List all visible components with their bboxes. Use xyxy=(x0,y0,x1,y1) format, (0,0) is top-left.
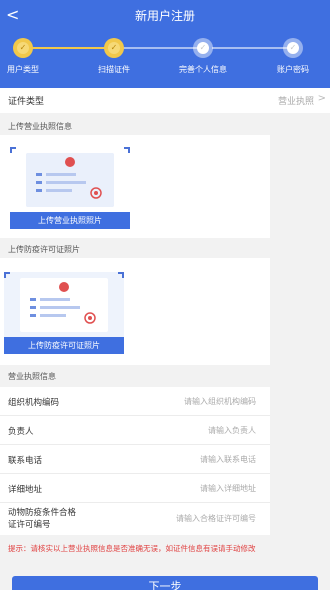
upload-permit-button[interactable]: 上传防疫许可证照片 xyxy=(4,337,124,354)
step-label: 账户密码 xyxy=(277,65,309,74)
license-info-section-label: 营业执照信息 xyxy=(8,372,56,381)
field-label-line2: 证许可编号 xyxy=(8,520,51,530)
step-check-icon: ✓ xyxy=(13,38,33,58)
verification-tip: 提示：请核实以上营业执照信息是否准确无误，如证件信息有误请手动修改 xyxy=(8,544,256,553)
frame-corner xyxy=(124,147,130,153)
frame-corner xyxy=(4,272,10,278)
epidemic-permit-number-input[interactable]: 请输入合格证许可编号 xyxy=(176,513,256,524)
license-upload-card: 上传营业执照照片 xyxy=(0,135,270,238)
org-code-field[interactable]: 组织机构编码 请输入组织机构编码 xyxy=(0,387,270,416)
step-label: 完善个人信息 xyxy=(179,65,227,74)
address-field[interactable]: 详细地址 请输入详细地址 xyxy=(0,474,270,503)
field-label-line1: 动物防疫条件合格 xyxy=(8,508,77,518)
step-personal-info: ✓ 完善个人信息 xyxy=(163,38,243,75)
step-account-password: ✓ 账户密码 xyxy=(253,38,330,75)
license-info-form: 组织机构编码 请输入组织机构编码 负责人 请输入负责人 联系电话 请输入联系电话… xyxy=(0,387,270,535)
id-type-value: 营业执照 xyxy=(277,97,314,107)
responsible-person-input[interactable]: 请输入负责人 xyxy=(208,425,256,436)
license-upload-section-label: 上传营业执照信息 xyxy=(8,122,72,131)
step-scan-id: ✓ 扫描证件 xyxy=(74,38,154,75)
chevron-right-icon: > xyxy=(317,93,326,104)
upload-license-button[interactable]: 上传营业执照照片 xyxy=(10,212,130,229)
step-check-icon: ✓ xyxy=(283,38,303,58)
step-check-icon: ✓ xyxy=(193,38,213,58)
progress-steps: ✓ 用户类型 ✓ 扫描证件 ✓ 完善个人信息 ✓ 账户密码 xyxy=(0,38,330,78)
step-label: 用户类型 xyxy=(7,65,39,74)
step-check-icon: ✓ xyxy=(104,38,124,58)
page-title: 新用户注册 xyxy=(134,9,195,23)
next-button[interactable]: 下一步 xyxy=(12,576,318,590)
id-type-row[interactable]: 证件类型 营业执照 > xyxy=(0,88,330,113)
frame-corner xyxy=(10,147,16,153)
responsible-person-field[interactable]: 负责人 请输入负责人 xyxy=(0,416,270,445)
step-label: 扫描证件 xyxy=(98,65,130,74)
epidemic-permit-number-field[interactable]: 动物防疫条件合格 证许可编号 请输入合格证许可编号 xyxy=(0,503,270,535)
frame-corner xyxy=(118,272,124,278)
step-user-type: ✓ 用户类型 xyxy=(0,38,63,75)
address-input[interactable]: 请输入详细地址 xyxy=(200,483,256,494)
field-label: 组织机构编码 xyxy=(8,398,60,408)
permit-document-icon xyxy=(20,278,108,332)
permit-upload-target[interactable]: 上传防疫许可证照片 xyxy=(4,272,124,354)
org-code-input[interactable]: 请输入组织机构编码 xyxy=(184,396,256,407)
license-document-icon xyxy=(26,153,114,207)
header-bar: < 新用户注册 ✓ 用户类型 ✓ 扫描证件 ✓ 完善个人信息 ✓ 账户密码 xyxy=(0,0,330,88)
field-label: 负责人 xyxy=(8,427,34,437)
permit-upload-section-label: 上传防疫许可证照片 xyxy=(8,245,80,254)
phone-input[interactable]: 请输入联系电话 xyxy=(200,454,256,465)
phone-field[interactable]: 联系电话 请输入联系电话 xyxy=(0,445,270,474)
field-label: 详细地址 xyxy=(8,485,43,495)
permit-upload-card: 上传防疫许可证照片 xyxy=(0,258,270,365)
field-label: 联系电话 xyxy=(8,456,43,466)
license-upload-target[interactable]: 上传营业执照照片 xyxy=(10,147,130,229)
id-type-label: 证件类型 xyxy=(8,97,45,107)
